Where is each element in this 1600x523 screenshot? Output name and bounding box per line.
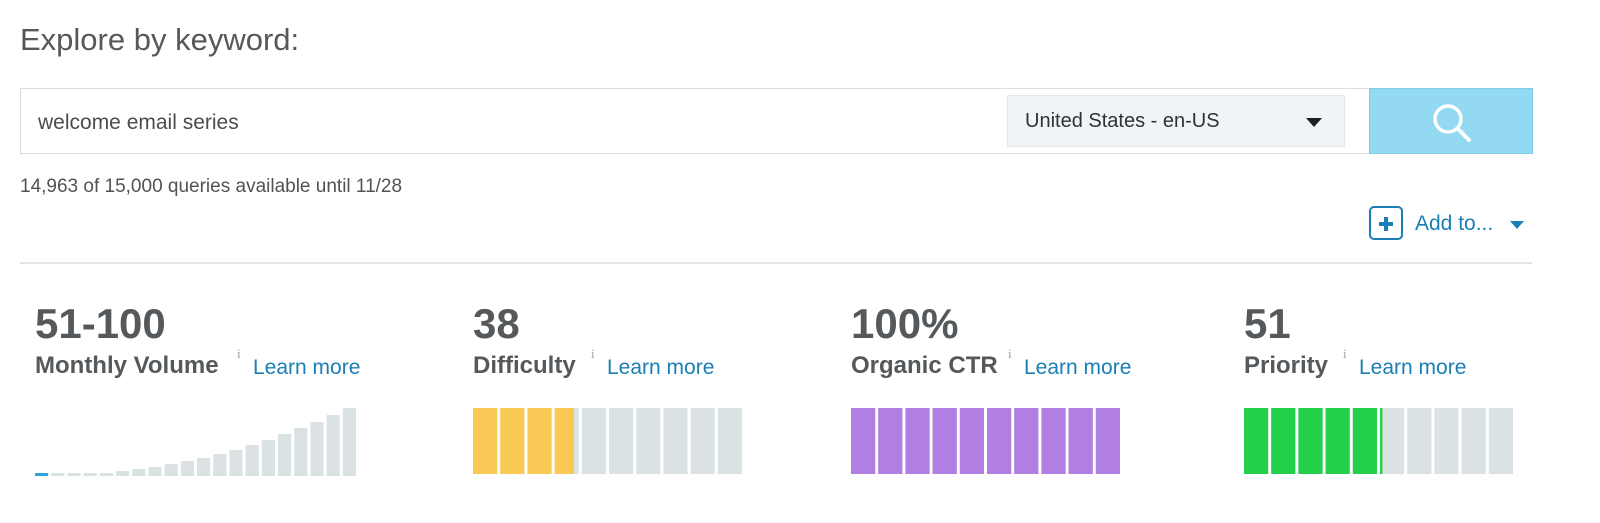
monthly-volume-graph [35,408,356,476]
bar-segment [1434,408,1459,474]
volume-bar [197,458,211,476]
quota-status: 14,963 of 15,000 queries available until… [20,176,403,197]
organic-ctr-bar [851,408,1120,474]
monthly-volume-label: Monthly Volume [35,352,219,379]
info-icon[interactable]: i [237,346,241,362]
plus-box-icon [1369,206,1403,240]
chevron-down-icon [1510,221,1524,229]
search-icon [1433,104,1471,142]
organic-ctr-label: Organic CTR [851,352,998,379]
volume-bar [245,445,259,476]
bar-segment-fill [1325,408,1350,474]
bar-segment [581,408,606,474]
bar-segment-fill [1068,408,1093,474]
bar-segment-fill [987,408,1012,474]
organic-ctr-value: 100% [851,300,959,347]
bar-segment [609,408,634,474]
priority-bar [1244,408,1513,474]
locale-dropdown[interactable]: United States - en-US [1007,95,1345,147]
bar-segment-fill [1244,408,1269,474]
priority-label: Priority [1244,352,1329,379]
bar-segment [717,408,742,474]
bar-segment [636,408,661,474]
locale-dropdown-value: United States - en-US [1025,110,1220,132]
bar-segment [690,408,715,474]
volume-bar [229,450,243,476]
volume-bar [342,408,356,476]
difficulty-learn-more-link[interactable]: Learn more [607,356,714,380]
monthly-volume-learn-more-link[interactable]: Learn more [253,356,360,380]
bar-segment-fill [959,408,984,474]
volume-bar [180,461,194,476]
bar-segment-fill [1352,408,1377,474]
volume-bar [51,473,65,476]
bar-segment-fill [932,408,957,474]
info-icon[interactable]: i [591,346,595,362]
search-button[interactable] [1369,88,1533,154]
volume-bar [278,434,292,476]
bar-segment [1488,408,1513,474]
volume-bar [261,440,275,476]
bar-segment [663,408,688,474]
organic-ctr-learn-more-link[interactable]: Learn more [1024,356,1131,380]
info-icon[interactable]: i [1343,346,1347,362]
bar-segment [1380,408,1405,474]
bar-segment-fill [1095,408,1120,474]
bar-segment [1461,408,1486,474]
volume-bar [326,415,340,476]
volume-bar [294,428,308,476]
bar-segment-fill [500,408,525,474]
bar-segment-fill [1014,408,1039,474]
volume-bar [310,422,324,476]
bar-segment-fill [1271,408,1296,474]
caret-down-icon [1306,118,1322,127]
difficulty-bar [473,408,742,474]
volume-bar [164,464,178,476]
volume-bar [67,473,81,476]
bar-segment-fill [1298,408,1323,474]
bar-segment-fill [878,408,903,474]
divider [20,262,1532,264]
volume-bar [83,473,97,476]
volume-bar [213,454,227,476]
bar-segment-fill [473,408,498,474]
page-title: Explore by keyword: [20,22,300,57]
volume-bar [132,469,146,476]
bar-segment-fill [1041,408,1066,474]
bar-segment [1407,408,1432,474]
bar-segment-fill [905,408,930,474]
bar-segment-fill [554,408,574,474]
bar-segment-fill [527,408,552,474]
keyword-input-value: welcome email series [38,111,239,134]
difficulty-value: 38 [473,300,520,347]
volume-bar [35,473,49,476]
bar-segment-fill [1380,408,1383,474]
priority-learn-more-link[interactable]: Learn more [1359,356,1466,380]
add-to-label: Add to... [1415,212,1494,235]
volume-bar [148,467,162,476]
volume-bar [99,473,113,476]
difficulty-label: Difficulty [473,352,576,379]
info-icon[interactable]: i [1008,346,1012,362]
priority-value: 51 [1244,300,1291,347]
bar-segment-fill [851,408,876,474]
monthly-volume-value: 51-100 [35,300,166,347]
volume-bar [116,471,130,476]
